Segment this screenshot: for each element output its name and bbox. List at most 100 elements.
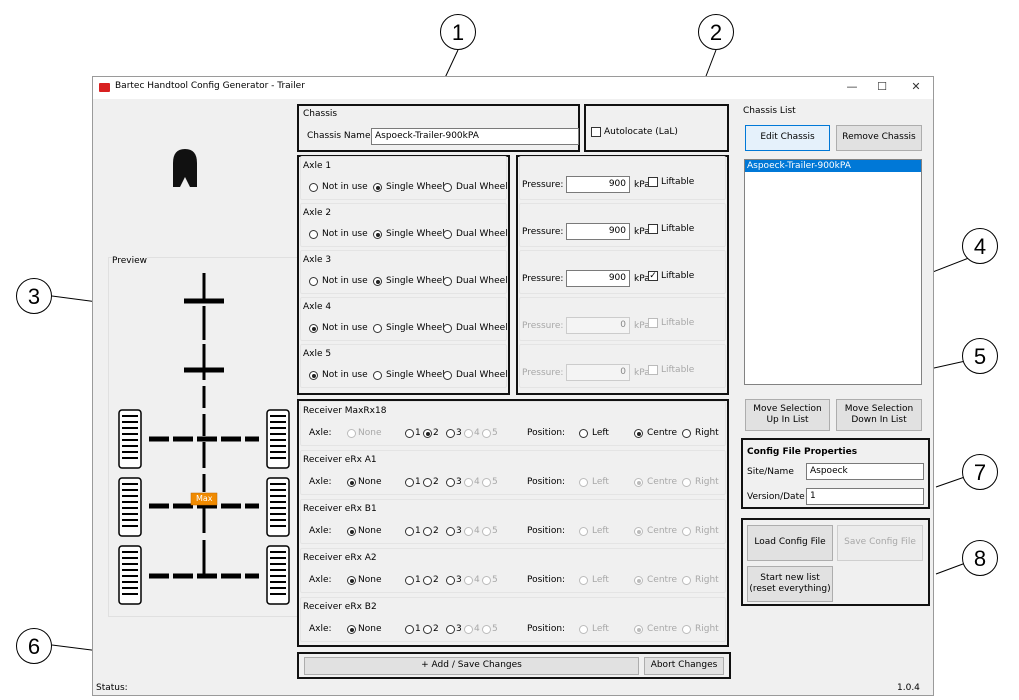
receiver-position-option-label: Left [592,624,609,634]
liftable-checkbox[interactable] [648,177,658,187]
receiver-axle-radio-5[interactable] [482,429,491,438]
receiver-position-radio-centre[interactable] [634,576,643,585]
close-icon[interactable]: ✕ [905,79,927,95]
chassis-name-input[interactable]: Aspoeck-Trailer-900kPA [371,128,579,145]
axle-single-radio[interactable] [373,371,382,380]
receiver-axle-radio-1[interactable] [405,478,414,487]
maximize-icon[interactable]: ☐ [871,79,893,95]
liftable-checkbox[interactable]: ✓ [648,271,658,281]
add-save-changes-button[interactable]: + Add / Save Changes [304,657,639,675]
move-up-button[interactable]: Move Selection Up In List [745,399,830,431]
receiver-axle-radio-3[interactable] [446,625,455,634]
axle-notinuse-radio[interactable] [309,230,318,239]
edit-chassis-button[interactable]: Edit Chassis [745,125,830,151]
receiver-axle-radio-none[interactable] [347,576,356,585]
receiver-position-radio-left[interactable] [579,478,588,487]
receiver-axle-radio-2[interactable] [423,625,432,634]
receiver-position-radio-left[interactable] [579,576,588,585]
receiver-position-radio-centre[interactable] [634,527,643,536]
receiver-axle-radio-3[interactable] [446,429,455,438]
receiver-axle-radio-3[interactable] [446,576,455,585]
receiver-position-radio-centre[interactable] [634,625,643,634]
reset-list-button[interactable]: Start new list (reset everything) [747,566,833,602]
receiver-position-radio-right[interactable] [682,429,691,438]
receiver-axle-radio-3[interactable] [446,478,455,487]
receiver-axle-radio-2[interactable] [423,527,432,536]
axle-dual-radio[interactable] [443,277,452,286]
app-icon [99,83,110,92]
pressure-input[interactable]: 0 [566,364,630,381]
axle-dual-radio[interactable] [443,371,452,380]
receiver-axle-option-label: 4 [474,526,480,536]
receiver-axle-radio-1[interactable] [405,527,414,536]
save-config-button[interactable]: Save Config File [837,525,923,561]
abort-changes-button[interactable]: Abort Changes [644,657,724,675]
pressure-input[interactable]: 900 [566,176,630,193]
receiver-axle-radio-2[interactable] [423,478,432,487]
axle-row: Axle 1 Not in use Single Wheel Dual Wheel [300,156,508,200]
axle-dual-radio[interactable] [443,183,452,192]
receiver-position-radio-left[interactable] [579,527,588,536]
pressure-input[interactable]: 0 [566,317,630,334]
receiver-axle-radio-4[interactable] [464,478,473,487]
minimize-icon[interactable]: — [841,79,863,95]
receiver-axle-radio-5[interactable] [482,527,491,536]
receiver-axle-radio-5[interactable] [482,625,491,634]
receiver-axle-radio-3[interactable] [446,527,455,536]
version-date-input[interactable]: 1 [806,488,924,505]
axle-notinuse-radio[interactable] [309,371,318,380]
axle-single-radio[interactable] [373,230,382,239]
receiver-axle-option-label: 5 [492,428,498,438]
receiver-position-radio-left[interactable] [579,625,588,634]
autolocate-checkbox[interactable] [591,127,601,137]
receiver-position-radio-right[interactable] [682,478,691,487]
receiver-axle-radio-none[interactable] [347,429,356,438]
receiver-axle-radio-4[interactable] [464,625,473,634]
receiver-position-radio-right[interactable] [682,625,691,634]
receiver-axle-radio-none[interactable] [347,625,356,634]
site-name-input[interactable]: Aspoeck [806,463,924,480]
chassis-list-item[interactable]: Aspoeck-Trailer-900kPA [745,160,921,172]
receiver-position-option-label: Right [695,624,719,634]
axle-notinuse-radio[interactable] [309,183,318,192]
callout-8: 8 [962,540,998,576]
receiver-axle-radio-4[interactable] [464,429,473,438]
receiver-axle-radio-5[interactable] [482,478,491,487]
receiver-axle-radio-2[interactable] [423,576,432,585]
axle-single-radio[interactable] [373,324,382,333]
axle-single-radio[interactable] [373,183,382,192]
receiver-position-radio-right[interactable] [682,527,691,536]
receiver-axle-radio-5[interactable] [482,576,491,585]
receiver-axle-radio-1[interactable] [405,429,414,438]
axle-dual-radio[interactable] [443,230,452,239]
axle-dual-radio[interactable] [443,324,452,333]
receiver-axle-radio-1[interactable] [405,576,414,585]
axle-option-label: Dual Wheel [456,323,508,333]
receiver-position-radio-centre[interactable] [634,429,643,438]
window-title: Bartec Handtool Config Generator - Trail… [115,81,305,91]
axle-notinuse-radio[interactable] [309,277,318,286]
receiver-axle-radio-1[interactable] [405,625,414,634]
move-down-button[interactable]: Move Selection Down In List [836,399,922,431]
receiver-axle-radio-4[interactable] [464,576,473,585]
chassis-listbox[interactable]: Aspoeck-Trailer-900kPA [744,159,922,385]
remove-chassis-button[interactable]: Remove Chassis [836,125,922,151]
receiver-axle-radio-none[interactable] [347,527,356,536]
axle-option-label: Dual Wheel [456,276,508,286]
receiver-position-radio-centre[interactable] [634,478,643,487]
liftable-checkbox[interactable] [648,318,658,328]
liftable-label: Liftable [661,365,695,375]
receiver-axle-radio-2[interactable] [423,429,432,438]
config-title: Config File Properties [747,447,858,457]
axle-single-radio[interactable] [373,277,382,286]
pressure-input[interactable]: 900 [566,223,630,240]
receiver-axle-radio-4[interactable] [464,527,473,536]
pressure-input[interactable]: 900 [566,270,630,287]
receiver-position-radio-right[interactable] [682,576,691,585]
liftable-checkbox[interactable] [648,224,658,234]
receiver-axle-radio-none[interactable] [347,478,356,487]
liftable-checkbox[interactable] [648,365,658,375]
load-config-button[interactable]: Load Config File [747,525,833,561]
receiver-position-radio-left[interactable] [579,429,588,438]
axle-notinuse-radio[interactable] [309,324,318,333]
